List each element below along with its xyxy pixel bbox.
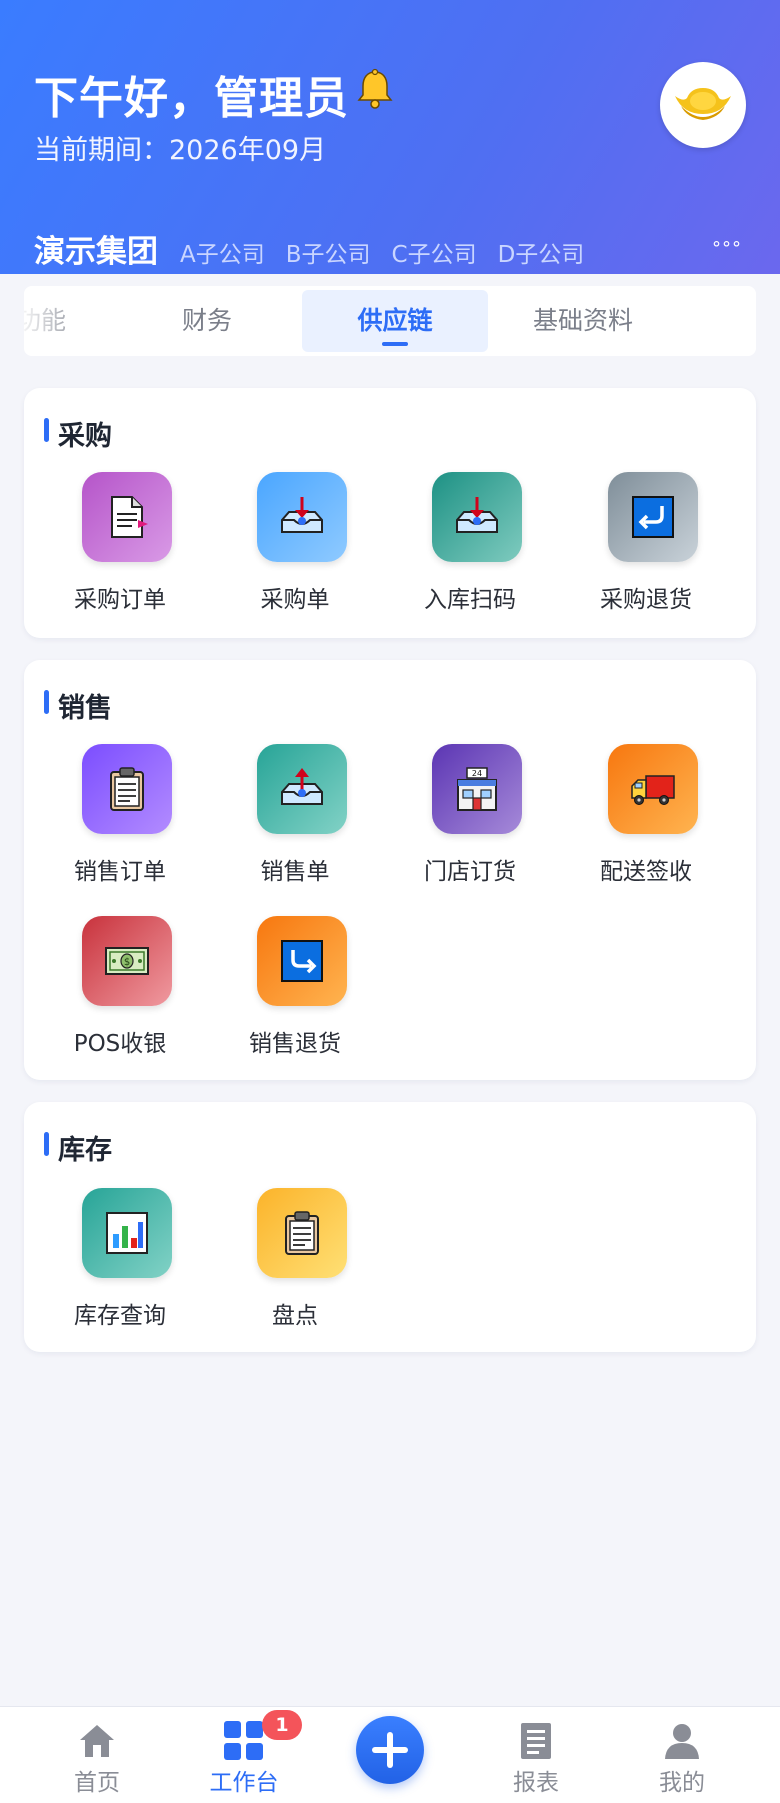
tile-inbound-scan[interactable]: 入库扫码 [382, 472, 558, 620]
delivery-truck-icon [608, 744, 698, 834]
tile-label: 门店订货 [424, 859, 516, 885]
company-tab-a[interactable]: A子公司 [180, 235, 265, 269]
avatar[interactable] [660, 62, 746, 148]
order-document-icon [82, 472, 172, 562]
store-icon: 24 [432, 744, 522, 834]
tile-label: POS收银 [73, 1031, 167, 1057]
tab-finance[interactable]: 财务 [114, 286, 300, 356]
return-arrow-icon [257, 916, 347, 1006]
section-purchase: 采购 采购订单 采购单 入库扫码 采购退货 [24, 388, 756, 638]
add-button[interactable] [356, 1716, 424, 1784]
tile-purchase-slip[interactable]: 采购单 [207, 472, 383, 620]
tile-stocktake[interactable]: 盘点 [207, 1188, 383, 1336]
gold-ingot-logo-icon [675, 88, 731, 120]
tile-label: 库存查询 [74, 1303, 166, 1329]
user-icon [665, 1724, 699, 1759]
tile-pos-cashier[interactable]: $ POS收银 [32, 916, 208, 1064]
cash-icon: $ [82, 916, 172, 1006]
tab-supply-chain[interactable]: 供应链 [302, 290, 488, 352]
tile-purchase-order[interactable]: 采购订单 [32, 472, 208, 620]
report-icon [521, 1723, 551, 1759]
company-tab-d[interactable]: D子公司 [498, 235, 585, 269]
tile-label: 盘点 [272, 1303, 318, 1329]
tile-label: 销售订单 [74, 859, 166, 885]
nav-home-label: 首页 [74, 1770, 120, 1796]
return-arrow-icon [608, 472, 698, 562]
svg-text:24: 24 [472, 769, 482, 778]
section-inventory: 库存 库存查询 盘点 [24, 1102, 756, 1352]
tab-settings[interactable]: 设 [678, 286, 756, 356]
tile-label: 采购订单 [74, 587, 166, 613]
svg-text:$: $ [124, 957, 130, 968]
section-title: 销售 [58, 693, 112, 724]
company-tab-b[interactable]: B子公司 [286, 235, 371, 269]
nav-home[interactable]: 首页 [37, 1707, 157, 1803]
bar-chart-icon [82, 1188, 172, 1278]
tile-label: 销售退货 [249, 1031, 341, 1057]
inbox-tray-icon [257, 472, 347, 562]
section-title: 采购 [58, 421, 112, 452]
greeting-text: 下午好，管理员 [34, 73, 349, 124]
tab-fade [24, 286, 94, 356]
nav-reports-label: 报表 [513, 1770, 559, 1796]
nav-mine[interactable]: 我的 [622, 1707, 742, 1803]
inbox-scan-icon [432, 472, 522, 562]
company-tab-c[interactable]: C子公司 [392, 235, 477, 269]
tile-label: 采购退货 [600, 587, 692, 613]
tile-sales-order[interactable]: 销售订单 [32, 744, 208, 892]
header: 下午好，管理员 当前期间：2026年09月 演示集团 A子公司 B子公司 C子公… [0, 0, 780, 274]
clipboard-icon [257, 1188, 347, 1278]
tile-label: 采购单 [260, 587, 330, 613]
tab-basic-data[interactable]: 基础资料 [490, 286, 676, 356]
tile-label: 销售单 [260, 859, 330, 885]
plus-icon [372, 1732, 408, 1768]
category-tabs: 功能 财务 供应链 基础资料 设 [24, 286, 756, 356]
nav-mine-label: 我的 [659, 1770, 705, 1796]
outbox-tray-icon [257, 744, 347, 834]
tile-sales-slip[interactable]: 销售单 [207, 744, 383, 892]
period-text: 当前期间：2026年09月 [34, 135, 327, 166]
nav-reports[interactable]: 报表 [476, 1707, 596, 1803]
company-tab-main[interactable]: 演示集团 [34, 226, 158, 271]
home-icon [80, 1725, 114, 1757]
section-marker [44, 1132, 49, 1156]
tile-inventory-query[interactable]: 库存查询 [32, 1188, 208, 1336]
tile-label: 配送签收 [600, 859, 692, 885]
clipboard-icon [82, 744, 172, 834]
section-sales: 销售 销售订单 销售单 24 门店订货 配送签收 $ POS收银 销售退货 [24, 660, 756, 1080]
section-marker [44, 690, 49, 714]
grid-icon [224, 1721, 263, 1760]
tile-delivery-signoff[interactable]: 配送签收 [558, 744, 734, 892]
tile-store-order[interactable]: 24 门店订货 [382, 744, 558, 892]
section-marker [44, 418, 49, 442]
tile-purchase-return[interactable]: 采购退货 [558, 472, 734, 620]
section-title: 库存 [58, 1135, 112, 1166]
notification-badge: 1 [262, 1710, 302, 1740]
more-companies-icon[interactable]: °°° [712, 238, 742, 259]
tile-sales-return[interactable]: 销售退货 [207, 916, 383, 1064]
nav-workbench-label: 工作台 [209, 1770, 279, 1796]
tile-label: 入库扫码 [424, 587, 516, 613]
bell-icon[interactable] [352, 66, 398, 112]
company-switcher: 演示集团 A子公司 B子公司 C子公司 D子公司 [34, 226, 605, 271]
